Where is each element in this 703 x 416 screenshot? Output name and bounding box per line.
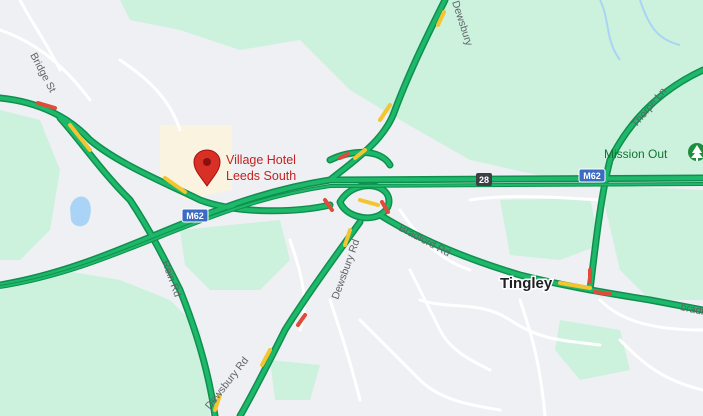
poi-label-line2[interactable]: Leeds South (226, 169, 296, 183)
map-canvas[interactable]: Bridge St Dewsbury Dewsbury Rd Dewsbury … (0, 0, 703, 416)
m62-shield-west: M62 (181, 208, 209, 223)
pond (70, 196, 91, 227)
svg-text:28: 28 (479, 175, 489, 185)
m62-shield-east: M62 (578, 168, 606, 183)
place-label-tingley: Tingley (500, 275, 553, 292)
svg-text:M62: M62 (186, 211, 204, 221)
park-label-mission-out[interactable]: Mission Out (604, 147, 668, 161)
poi-label-line1[interactable]: Village Hotel (226, 153, 296, 167)
junction-number: 28 (476, 173, 492, 186)
svg-text:M62: M62 (583, 171, 601, 181)
